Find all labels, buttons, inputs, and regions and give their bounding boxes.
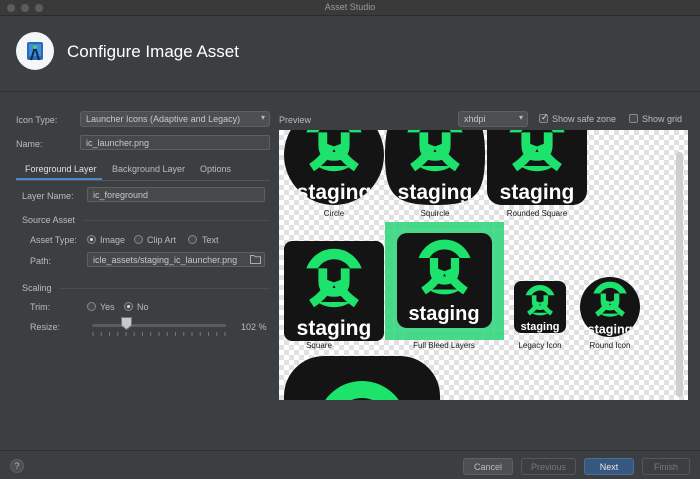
cancel-button[interactable]: Cancel (463, 458, 513, 475)
show-grid-label: Show grid (642, 114, 683, 124)
label-squircle: Squircle (421, 209, 450, 218)
staging-text: staging (398, 181, 473, 204)
icon-type-value: Launcher Icons (Adaptive and Legacy) (86, 114, 241, 124)
name-label: Name: (16, 139, 43, 149)
section-divider (60, 288, 270, 289)
staging-text: staging (588, 322, 633, 336)
name-field[interactable]: ic_launcher.png (80, 135, 270, 150)
staging-text: staging (408, 303, 479, 325)
resize-value: 102 % (241, 322, 267, 332)
checkmark-icon: ✓ (541, 112, 549, 122)
previous-button[interactable]: Previous (521, 458, 576, 475)
show-safe-zone-label: Show safe zone (552, 114, 617, 124)
folder-icon[interactable] (250, 254, 261, 266)
help-button[interactable]: ? (10, 459, 24, 473)
tab-background-layer[interactable]: Background Layer (112, 164, 185, 174)
window-title: Asset Studio (324, 2, 376, 12)
label-round: Round Icon (590, 341, 631, 350)
preview-round-icon: staging (580, 277, 640, 337)
page-title: Configure Image Asset (67, 42, 239, 61)
preview-squircle-icon: staging (385, 130, 485, 205)
staging-text: staging (500, 181, 575, 204)
trim-yes-label: Yes (100, 302, 115, 312)
tab-options[interactable]: Options (200, 164, 231, 174)
slider-ticks (92, 332, 226, 336)
preview-scrollbar[interactable] (676, 152, 683, 397)
layer-name-field[interactable]: ic_foreground (87, 187, 265, 202)
trim-label: Trim: (30, 302, 51, 312)
chevron-down-icon: ▾ (518, 113, 523, 122)
asset-type-image-radio[interactable] (87, 235, 96, 244)
path-field[interactable]: icle_assets/staging_ic_launcher.png (87, 252, 265, 267)
trim-yes-radio[interactable] (87, 302, 96, 311)
trim-no-radio[interactable] (124, 302, 133, 311)
resize-slider-track[interactable] (92, 324, 226, 327)
show-grid-checkbox[interactable] (629, 114, 638, 123)
asset-type-label: Asset Type: (30, 235, 77, 245)
path-value: icle_assets/staging_ic_launcher.png (93, 255, 238, 265)
tab-foreground-layer[interactable]: Foreground Layer (25, 164, 97, 174)
next-button[interactable]: Next (584, 458, 634, 475)
scaling-heading: Scaling (22, 283, 52, 293)
finish-button[interactable]: Finish (642, 458, 690, 475)
asset-type-text-label: Text (202, 235, 219, 245)
android-studio-logo-icon (16, 32, 54, 70)
label-square: Square (306, 341, 332, 350)
chevron-down-icon: ▾ (260, 113, 265, 122)
label-full-bleed: Full Bleed Layers (413, 341, 475, 350)
tabs-divider (16, 180, 270, 181)
label-circle: Circle (324, 209, 345, 218)
layer-name-label: Layer Name: (22, 191, 74, 201)
preview-legacy-icon: staging (514, 281, 566, 333)
preview-circle-icon: staging (284, 130, 384, 205)
preview-full-bleed-icon: staging (385, 222, 504, 340)
label-legacy: Legacy Icon (518, 341, 561, 350)
label-rounded-square: Rounded Square (507, 209, 568, 218)
asset-type-text-radio[interactable] (188, 235, 197, 244)
asset-type-image-label: Image (100, 235, 126, 245)
icon-type-dropdown[interactable]: Launcher Icons (Adaptive and Legacy) ▾ (80, 111, 270, 127)
staging-text: staging (297, 181, 372, 204)
resize-slider-thumb[interactable] (121, 317, 133, 331)
show-safe-zone-checkbox[interactable]: ✓ (539, 112, 549, 123)
wizard-header: Configure Image Asset (0, 16, 700, 92)
density-value: xhdpi (464, 114, 486, 124)
asset-type-clipart-radio[interactable] (134, 235, 143, 244)
preview-square-icon: staging (284, 241, 384, 341)
section-divider (84, 220, 270, 221)
trim-no-label: No (137, 302, 149, 312)
density-dropdown[interactable]: xhdpi ▾ (458, 111, 528, 127)
asset-type-clipart-label: Clip Art (147, 235, 177, 245)
preview-rounded-square-icon: staging (487, 130, 587, 205)
staging-text: staging (521, 321, 560, 333)
resize-label: Resize: (30, 322, 61, 332)
preview-canvas: staging staging staging Circle Squircle … (279, 130, 688, 400)
icon-type-label: Icon Type: (16, 115, 58, 125)
source-asset-heading: Source Asset (22, 215, 76, 225)
preview-large-icon-partial (284, 356, 440, 400)
staging-text: staging (297, 317, 372, 340)
preview-label: Preview (279, 115, 312, 125)
path-label: Path: (30, 256, 52, 266)
title-bar: Asset Studio (0, 0, 700, 16)
